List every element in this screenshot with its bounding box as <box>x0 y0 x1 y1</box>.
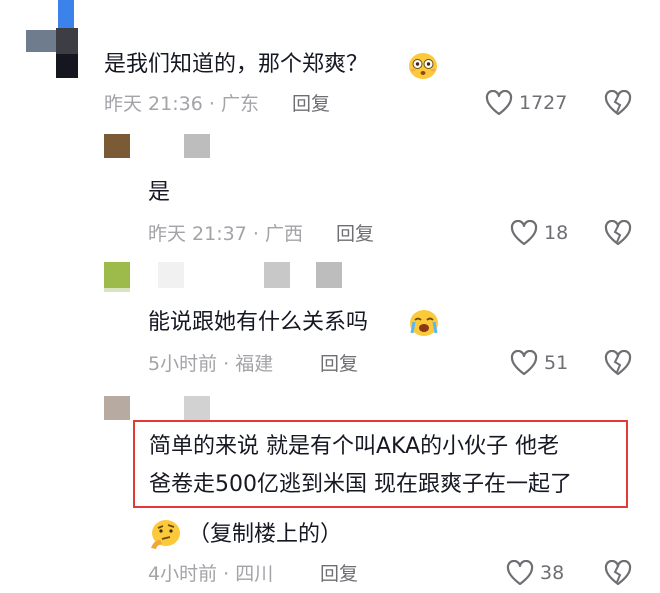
like-count: 1727 <box>519 92 568 114</box>
crying-face-icon <box>410 310 438 336</box>
avatar[interactable] <box>104 262 354 296</box>
heart-icon <box>510 220 538 246</box>
avatar[interactable] <box>20 0 80 80</box>
like-button[interactable]: 18 <box>510 220 568 246</box>
comment-text-line: 爸卷走500亿逃到米国 现在跟爽子在一起了 <box>149 472 572 497</box>
reply-button[interactable]: 回复 <box>320 562 358 586</box>
comment-text: 能说跟她有什么关系吗 <box>148 310 369 335</box>
highlight-box: 简单的来说 就是有个叫AKA的小伙子 他老 爸卷走500亿逃到米国 现在跟爽子在… <box>133 420 628 508</box>
like-count: 18 <box>544 222 569 244</box>
like-button[interactable]: 38 <box>506 560 564 586</box>
like-button[interactable]: 1727 <box>485 90 567 116</box>
comment-text-line: 简单的来说 就是有个叫AKA的小伙子 他老 <box>149 434 560 459</box>
heart-icon <box>510 350 538 376</box>
comment-text: （复制楼上的） <box>188 522 343 547</box>
reply-button[interactable]: 回复 <box>292 92 330 116</box>
reply-button[interactable]: 回复 <box>320 352 358 376</box>
comment-text: 是我们知道的，那个郑爽？ <box>104 52 369 77</box>
like-button[interactable]: 51 <box>510 350 568 376</box>
broken-heart-icon[interactable] <box>604 90 632 116</box>
reply-button[interactable]: 回复 <box>336 222 374 246</box>
like-count: 51 <box>544 352 569 374</box>
flushed-face-icon <box>409 53 437 79</box>
comment-meta: 昨天 21:36 · 广东 <box>104 93 259 115</box>
like-count: 38 <box>540 562 565 584</box>
broken-heart-icon[interactable] <box>604 350 632 376</box>
heart-icon <box>506 560 534 586</box>
heart-icon <box>485 90 513 116</box>
comment-meta: 昨天 21:37 · 广西 <box>148 223 303 245</box>
broken-heart-icon[interactable] <box>604 560 632 586</box>
comment-meta: 4小时前 · 四川 <box>148 563 274 585</box>
thinking-face-icon <box>151 520 180 549</box>
comment-text: 是 <box>148 180 171 205</box>
comment-meta: 5小时前 · 福建 <box>148 353 274 375</box>
broken-heart-icon[interactable] <box>604 220 632 246</box>
avatar[interactable] <box>104 134 224 164</box>
